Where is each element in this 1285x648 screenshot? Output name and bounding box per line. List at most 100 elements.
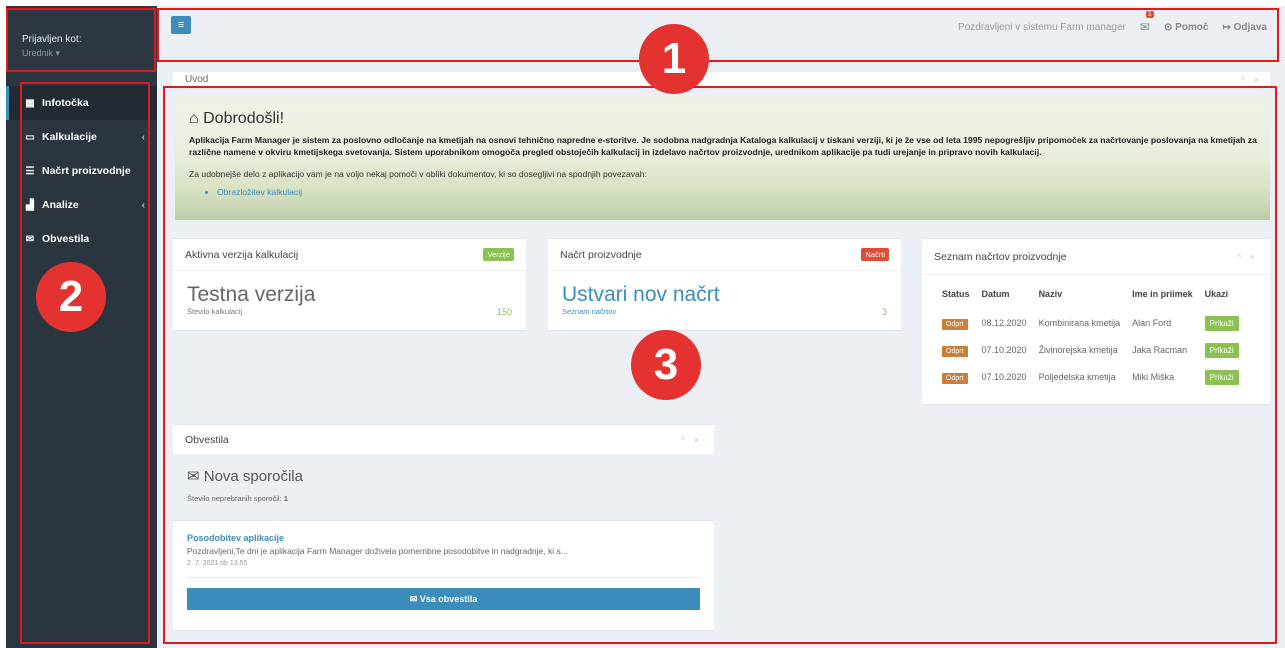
- stat-row: Seznam načrtov 3: [548, 307, 901, 317]
- messages-button[interactable]: ✉ 1: [1139, 11, 1154, 34]
- table-header-row: Status Datum Naziv Ime in priimek Ukazi: [936, 289, 1245, 309]
- message-date: 2. 7. 2021 ob 13:55: [187, 560, 248, 567]
- stat-row: Število kalkulacij 150: [173, 307, 526, 317]
- column-header: Naziv: [1038, 289, 1063, 299]
- help-links: Obrazložitev kalkulacij: [217, 187, 1256, 197]
- all-notices-label: Vsa obvestila: [419, 594, 478, 604]
- home-icon: ⌂: [189, 110, 204, 127]
- table-row: Odprt 07.10.2020 Živinorejska kmetija Ja…: [936, 336, 1245, 363]
- chevron-left-icon: ‹: [141, 199, 145, 211]
- unread-count-row: Število neprebranih sporočil: 1: [187, 494, 700, 503]
- person-cell: Jaka Racman: [1132, 344, 1188, 355]
- sidebar-item-analize[interactable]: ▟ Analize ‹: [6, 188, 157, 222]
- sidebar-item-label: Načrt proizvodnje: [42, 165, 131, 177]
- new-messages-text: Nova sporočila: [203, 468, 303, 485]
- sidebar-item-infotocka[interactable]: ▦ Infotočka: [6, 86, 157, 120]
- hero-title-text: Dobrodošli!: [203, 110, 285, 127]
- column-header: Ime in priimek: [1132, 289, 1193, 299]
- hero-lead-text: Aplikacija Farm Manager je sistem za pos…: [189, 135, 1257, 158]
- logged-in-label: Prijavljen kot:: [22, 34, 82, 45]
- sidebar-item-obvestila[interactable]: ✉ Obvestila: [6, 222, 157, 256]
- box-title: Načrt proizvodnje: [560, 248, 642, 261]
- status-badge: Odprt: [942, 372, 968, 384]
- new-messages-title: ✉ Nova sporočila: [187, 467, 700, 485]
- message-title-link[interactable]: Posodobitev aplikacije: [187, 533, 700, 543]
- envelope-icon: ✉: [187, 468, 204, 485]
- status-badge: Odprt: [942, 345, 968, 357]
- help-label: Pomoč: [1175, 21, 1209, 33]
- date-cell: 07.10.2020: [981, 344, 1027, 355]
- question-circle-icon: ⊙: [1163, 21, 1176, 33]
- sidebar-item-label: Kalkulacije: [42, 131, 97, 143]
- box-header: Aktivna verzija kalkulacij Verzije: [173, 239, 526, 271]
- message-count-badge: 1: [1145, 11, 1154, 18]
- annotation-marker-3: 3: [631, 330, 701, 400]
- plan-list-link[interactable]: Seznam načrtov: [562, 307, 616, 317]
- dashboard-icon: ▦: [25, 97, 35, 109]
- active-version-box: Aktivna verzija kalkulacij Verzije Testn…: [173, 238, 526, 330]
- envelope-icon: ✉: [409, 594, 420, 604]
- envelope-icon: ✉: [25, 233, 35, 245]
- unread-label: Število neprebranih sporočil:: [187, 494, 282, 503]
- envelope-icon: ✉: [1139, 20, 1150, 34]
- user-panel: Prijavljen kot: Urednik ▾: [6, 6, 157, 74]
- hero-help-text: Za udobnejše delo z aplikacijo vam je na…: [189, 168, 647, 179]
- message-item: Posodobitev aplikacije Pozdravljeni,Te d…: [173, 521, 714, 578]
- column-header: Datum: [981, 289, 1010, 299]
- box-header: Načrt proizvodnje Načrti: [548, 239, 901, 271]
- main-content: Uvod ^ × ⌂ Dobrodošli! Aplikacija Farm M…: [157, 58, 1285, 648]
- box-title: Obvestila: [185, 433, 229, 446]
- bar-chart-icon: ▟: [26, 199, 34, 211]
- date-cell: 08.12.2020: [981, 317, 1027, 328]
- box-tools[interactable]: ^ ×: [1237, 252, 1258, 262]
- logout-link[interactable]: ↦ Odjava: [1222, 22, 1267, 33]
- welcome-hero: ⌂ Dobrodošli! Aplikacija Farm Manager je…: [175, 96, 1270, 220]
- create-plan-link[interactable]: Ustvari nov načrt: [548, 271, 901, 307]
- list-icon: ☰: [25, 165, 35, 177]
- plan-count-value: 3: [881, 307, 887, 317]
- top-right-menu: Pozdravljeni v sistemu Farm manager ✉ 1 …: [958, 11, 1267, 34]
- sidebar-item-kalkulacije[interactable]: ▭ Kalkulacije ‹: [6, 120, 157, 154]
- sidebar-item-label: Infotočka: [42, 97, 89, 109]
- production-plan-box: Načrt proizvodnje Načrti Ustvari nov nač…: [548, 238, 901, 330]
- message-preview: Pozdravljeni,Te dni je aplikacija Farm M…: [187, 546, 568, 556]
- plan-table: Status Datum Naziv Ime in priimek Ukazi …: [936, 289, 1245, 390]
- help-link[interactable]: ⊙ Pomoč: [1164, 22, 1209, 33]
- plans-badge[interactable]: Načrti: [861, 248, 889, 261]
- all-notices-button[interactable]: ✉ Vsa obvestila: [187, 588, 700, 610]
- box-tools[interactable]: ^ ×: [1241, 72, 1262, 88]
- sidebar-item-nacrt-proizvodnje[interactable]: ☰ Načrt proizvodnje: [6, 154, 157, 188]
- chevron-left-icon: ‹: [141, 131, 145, 143]
- hero-title: ⌂ Dobrodošli!: [189, 110, 1256, 128]
- box-title: Seznam načrtov proizvodnje: [934, 250, 1067, 263]
- active-version-name: Testna verzija: [187, 283, 316, 306]
- table-row: Odprt 08.12.2020 Kombinirana kmetija Ala…: [936, 309, 1245, 336]
- status-badge: Odprt: [942, 318, 968, 330]
- intro-box-header: Uvod ^ ×: [173, 72, 1270, 88]
- plan-list-box: Seznam načrtov proizvodnje ^ × Status Da…: [922, 238, 1270, 404]
- annotation-marker-2: 2: [36, 262, 106, 332]
- person-cell: Alan Ford: [1132, 317, 1172, 328]
- calc-count-value: 150: [496, 307, 512, 317]
- box-header: Seznam načrtov proizvodnje ^ ×: [922, 239, 1270, 275]
- logout-label: Odjava: [1233, 21, 1267, 33]
- show-button[interactable]: Prikaži: [1204, 342, 1239, 358]
- person-cell: Miki Miška: [1132, 371, 1175, 382]
- user-role-dropdown[interactable]: Urednik ▾: [22, 48, 157, 59]
- sidebar-item-label: Analize: [42, 199, 79, 211]
- date-cell: 07.10.2020: [981, 371, 1027, 382]
- unread-count: 1: [283, 494, 288, 503]
- sign-out-icon: ↦: [1222, 21, 1234, 33]
- box-header: Obvestila ^ ×: [173, 425, 714, 455]
- menu-toggle-button[interactable]: ≡: [171, 16, 191, 34]
- box-tools[interactable]: ^ ×: [681, 435, 702, 445]
- notices-box: Obvestila ^ × ✉ Nova sporočila Število n…: [173, 424, 714, 630]
- show-button[interactable]: Prikaži: [1204, 369, 1239, 385]
- calc-count-label: Število kalkulacij: [187, 307, 243, 316]
- help-link-obrazlozitev[interactable]: Obrazložitev kalkulacij: [217, 187, 1256, 197]
- versions-badge[interactable]: Verzije: [483, 248, 514, 261]
- show-button[interactable]: Prikaži: [1204, 315, 1239, 331]
- column-header: Status: [942, 289, 970, 299]
- desktop-icon: ▭: [25, 131, 35, 143]
- top-bar: ≡ Pozdravljeni v sistemu Farm manager ✉ …: [157, 6, 1285, 58]
